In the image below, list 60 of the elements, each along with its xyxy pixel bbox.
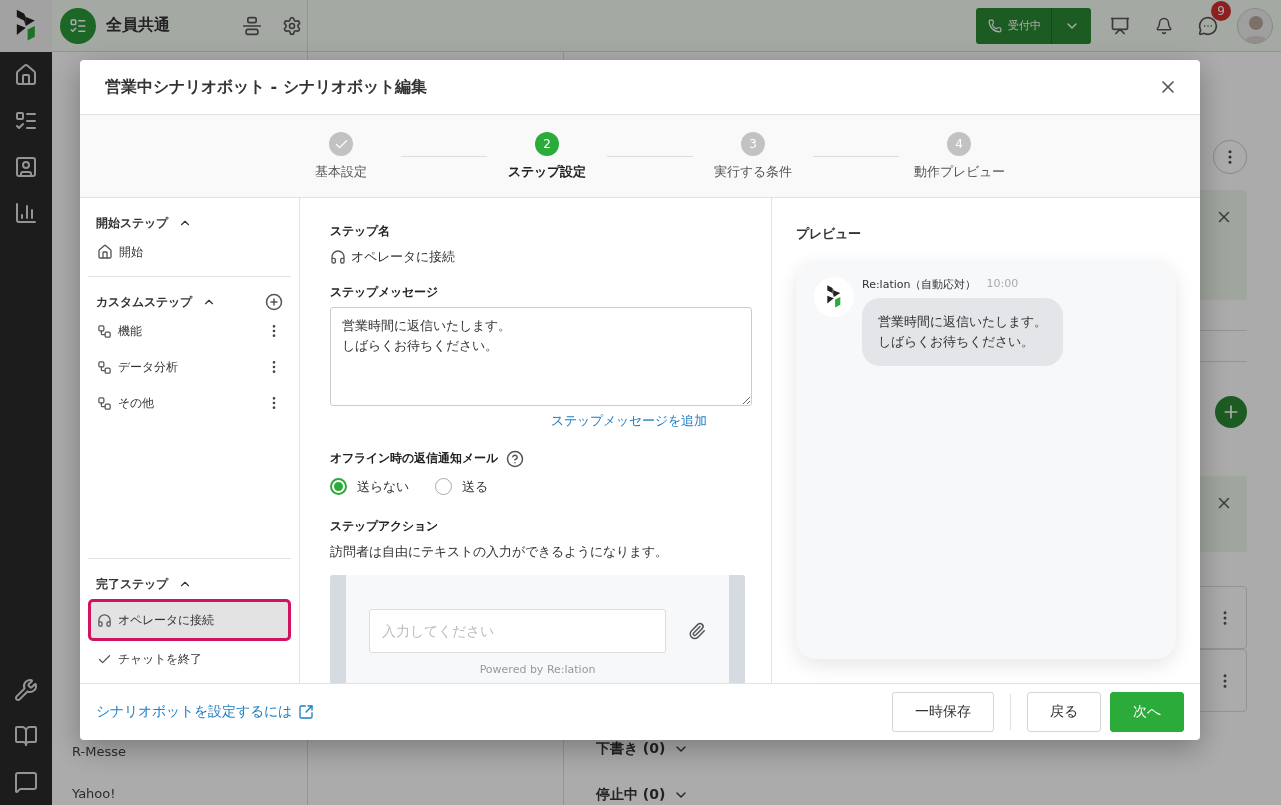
help-icon[interactable] xyxy=(506,449,524,468)
field-label: ステップ名 xyxy=(330,223,391,240)
add-button[interactable] xyxy=(1215,396,1247,428)
save-button[interactable]: 一時保存 xyxy=(892,692,994,732)
step-indicator: 4 xyxy=(947,132,971,156)
channel-item[interactable]: Yahoo! xyxy=(72,786,287,801)
headset-icon xyxy=(330,249,346,265)
preview-title: プレビュー xyxy=(796,225,862,243)
step-item[interactable]: データ分析 xyxy=(88,349,291,385)
step-label[interactable]: 実行する条件 xyxy=(714,163,792,181)
message-bubble: 営業時間に返信いたします。 しばらくお待ちください。 xyxy=(862,298,1063,366)
section-label[interactable]: 停止中 (0) xyxy=(596,786,666,804)
step-item[interactable]: 機能 xyxy=(88,313,291,349)
step-item[interactable]: チャットを終了 xyxy=(88,641,291,677)
field-label: ステップメッセージ xyxy=(330,284,439,301)
input-field[interactable]: 入力してください xyxy=(369,608,666,653)
step-indicator: 3 xyxy=(741,132,765,156)
status-dropdown[interactable] xyxy=(1051,7,1091,44)
phone-icon xyxy=(988,18,1002,33)
external-link-icon[interactable] xyxy=(298,704,314,720)
radio-button[interactable] xyxy=(330,478,347,496)
group-title: 開始ステップ xyxy=(96,214,168,232)
back-button[interactable]: 戻る xyxy=(1027,692,1101,732)
step-indicator: 2 xyxy=(535,132,559,156)
step-label[interactable]: 動作プレビュー xyxy=(913,163,1005,181)
step-item[interactable]: 開始 xyxy=(88,234,291,270)
flow-icon xyxy=(97,359,112,375)
headset-icon xyxy=(97,612,112,628)
channel-item[interactable]: R-Messe xyxy=(72,744,287,759)
step-label[interactable]: ステップ設定 xyxy=(508,163,586,181)
message-time: 10:00 xyxy=(986,277,1019,292)
powered-by-text: Powered by Re:lation xyxy=(479,662,596,676)
message-field[interactable]: 営業時間に返信いたします。 しばらくお待ちください。 xyxy=(330,307,752,406)
group-title: 完了ステップ xyxy=(96,575,168,593)
help-link[interactable]: シナリオボットを設定するには xyxy=(96,703,292,721)
radio-label: 送る xyxy=(462,477,488,496)
flow-icon xyxy=(97,395,112,411)
status-button[interactable]: 受付中 xyxy=(976,7,1051,44)
paperclip-icon[interactable] xyxy=(688,621,706,640)
chat-icon[interactable] xyxy=(1198,15,1218,36)
flow-icon xyxy=(97,323,112,339)
add-icon[interactable] xyxy=(265,293,283,311)
step-name: オペレータに接続 xyxy=(351,248,455,266)
radio-label: 送らない xyxy=(357,477,409,496)
step-label[interactable]: 基本設定 xyxy=(315,163,367,181)
notification-badge: 9 xyxy=(1211,0,1231,21)
group-title: カスタムステップ xyxy=(96,293,192,311)
step-item[interactable]: その他 xyxy=(88,385,291,421)
add-message-link[interactable]: ステップメッセージを追加 xyxy=(551,411,707,430)
logo-icon xyxy=(826,284,842,310)
field-label: オフライン時の返信通知メール xyxy=(330,450,498,468)
home-icon xyxy=(97,244,113,260)
workspace-name[interactable]: 全員共通 xyxy=(106,15,227,36)
field-label: ステップアクション xyxy=(330,517,439,535)
section-label[interactable]: 下書き (0) xyxy=(596,740,666,758)
step-item[interactable]: オペレータに接続 xyxy=(88,599,291,641)
action-description: 訪問者は自由にテキストの入力ができるようになります。 xyxy=(330,542,669,561)
dialog-title: 営業中シナリオボット - シナリオボット編集 xyxy=(105,76,427,98)
workspace-icon xyxy=(60,7,96,44)
sender-name: Re:lation（自動応対） xyxy=(862,277,977,292)
